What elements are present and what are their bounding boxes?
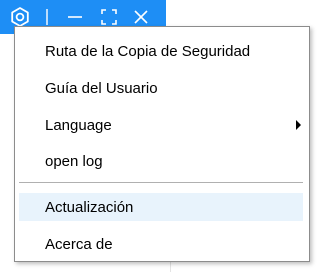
menu-item-user-guide[interactable]: Guía del Usuario (19, 74, 303, 102)
menu-item-label: Ruta de la Copia de Seguridad (45, 42, 251, 60)
app-window: Ruta de la Copia de Seguridad Guía del U… (0, 0, 317, 272)
menu-item-update[interactable]: Actualización (19, 193, 303, 221)
menu-item-label: Acerca de (45, 235, 113, 253)
menu-item-backup-path[interactable]: Ruta de la Copia de Seguridad (19, 37, 303, 65)
menu-item-label: open log (45, 152, 103, 170)
menu-separator (19, 182, 303, 183)
submenu-arrow-icon (296, 120, 301, 130)
menu-item-about[interactable]: Acerca de (19, 230, 303, 258)
menu-item-language[interactable]: Language (19, 111, 303, 139)
menu-item-label: Actualización (45, 198, 134, 216)
menu-item-label: Guía del Usuario (45, 79, 158, 97)
menu-item-open-log[interactable]: open log (19, 147, 303, 175)
menu-item-label: Language (45, 116, 112, 134)
context-menu: Ruta de la Copia de Seguridad Guía del U… (14, 26, 310, 262)
